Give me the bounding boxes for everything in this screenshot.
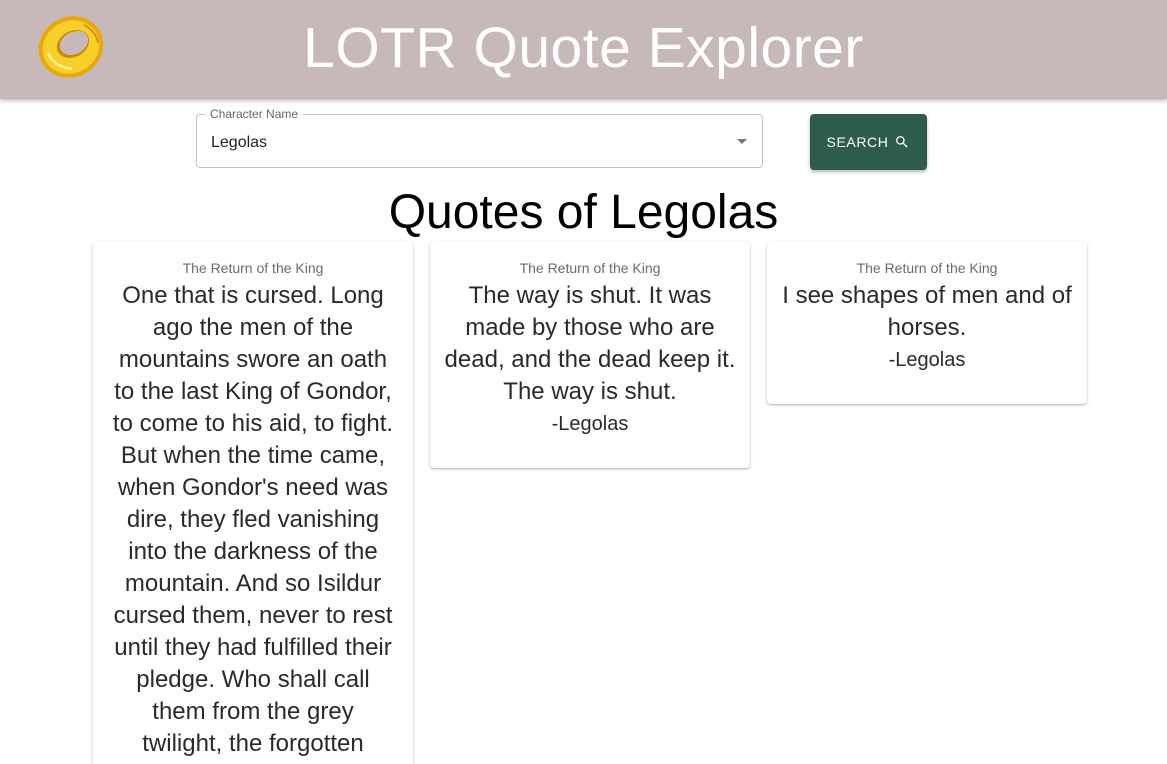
character-name-value: Legolas [211,134,268,151]
search-icon [896,136,909,148]
card-movie: The Return of the King [182,260,324,276]
app-title: LOTR Quote Explorer [303,16,864,80]
card-movie: The Return of the King [856,260,998,276]
card-movie: The Return of the King [519,260,661,276]
search-button-label: SEARCH [826,134,889,150]
card-author: -Legolas [551,413,629,435]
character-name-label: Character Name [205,107,304,121]
search-button[interactable]: SEARCH [810,114,927,170]
card-quote: I see shapes of men and of horses. [782,282,1072,341]
app-header: LOTR Quote Explorer [0,0,1167,99]
quote-card: The Return of the King One that is curse… [93,242,413,764]
results-title: Quotes of Legolas [388,186,779,239]
quote-card: The Return of the King I see shapes of m… [767,242,1087,404]
app-root: LOTR Quote Explorer Character Name Legol… [0,0,1167,764]
card-author: -Legolas [888,349,966,371]
card-quote: The way is shut. It was made by those wh… [444,282,736,405]
character-name-select[interactable]: Character Name Legolas [196,107,763,168]
quote-card: The Return of the King The way is shut. … [430,242,750,468]
dropdown-arrow-icon[interactable] [737,139,747,144]
card-quote: One that is cursed. Long ago the men of … [112,282,394,764]
